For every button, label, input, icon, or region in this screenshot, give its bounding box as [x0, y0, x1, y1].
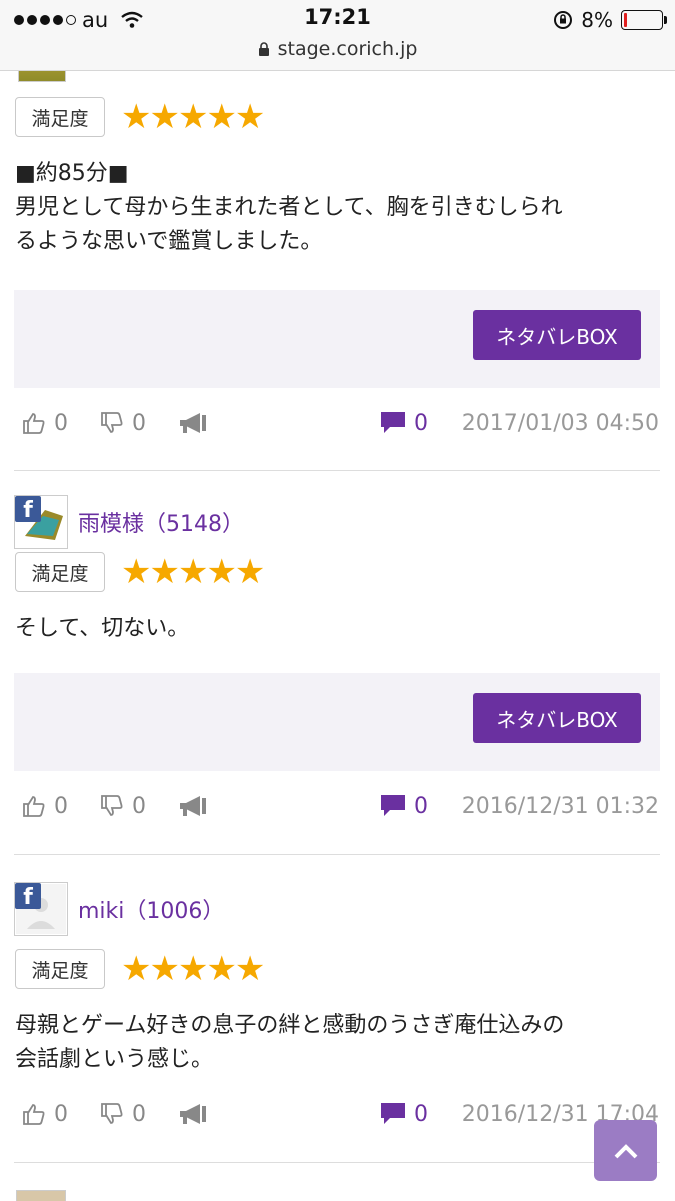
like-button[interactable]: 0: [22, 403, 68, 443]
rating-label: 満足度: [15, 97, 105, 137]
rating-row: 満足度 ★★★★★: [15, 949, 265, 989]
divider: [14, 854, 660, 855]
orientation-lock-icon: [554, 11, 573, 29]
speech-bubble-icon: [381, 412, 405, 433]
dislike-count: 0: [132, 793, 146, 819]
thumbs-up-icon: [23, 413, 45, 434]
reviewer-name[interactable]: 雨模様（5148）: [78, 506, 244, 538]
divider: [14, 1162, 660, 1163]
like-button[interactable]: 0: [22, 1094, 68, 1134]
battery-icon: [621, 10, 667, 30]
share-button[interactable]: [178, 403, 208, 443]
dislike-count: 0: [132, 1101, 146, 1127]
thumbs-down-icon: [101, 795, 123, 816]
dislike-count: 0: [132, 410, 146, 436]
thumbs-up-icon: [23, 1104, 45, 1125]
dislike-button[interactable]: 0: [100, 1094, 146, 1134]
facebook-icon: f: [15, 496, 41, 522]
dislike-button[interactable]: 0: [100, 403, 146, 443]
reviewer-name[interactable]: miki（1006）: [78, 893, 224, 925]
share-button[interactable]: [178, 786, 208, 826]
url-bar[interactable]: stage.corich.jp: [0, 38, 675, 60]
review-text: 母親とゲーム好きの息子の絆と感動のうさぎ庵仕込みの 会話劇という感じ。: [15, 1009, 655, 1077]
divider: [14, 470, 660, 471]
status-right: 8%: [553, 6, 667, 34]
reviewer-row: f miki（1006）: [14, 882, 224, 936]
review-text: ■約85分■ 男児として母から生まれた者として、胸を引きむしられ るような思いで…: [15, 157, 655, 259]
action-row: 0 0 0 2016/12/31 17:04: [0, 1094, 675, 1134]
spoiler-box: ネタバレBOX: [14, 290, 660, 388]
review-line: 会話劇という感じ。: [15, 1047, 214, 1072]
review-date: 2016/12/31 01:32: [461, 793, 659, 819]
speech-bubble-icon: [381, 1103, 405, 1124]
comment-button[interactable]: 0: [380, 403, 428, 443]
comment-count: 0: [414, 1101, 428, 1127]
status-bar: au 17:21 8% stage.corich.jp: [0, 0, 675, 71]
megaphone-icon: [180, 413, 206, 433]
lock-icon: [258, 41, 269, 56]
star-rating: ★★★★★: [121, 552, 265, 592]
spoiler-box: ネタバレBOX: [14, 673, 660, 771]
url-text: stage.corich.jp: [277, 38, 418, 60]
star-rating: ★★★★★: [121, 949, 265, 989]
like-count: 0: [54, 410, 68, 436]
rating-row: 満足度 ★★★★★: [15, 552, 265, 592]
action-row: 0 0 0 2016/12/31 01:32: [0, 786, 675, 826]
rating-label: 満足度: [15, 552, 105, 592]
review-text: そして、切ない。: [15, 612, 655, 646]
comment-count: 0: [414, 410, 428, 436]
battery-percent: 8%: [581, 8, 613, 32]
star-rating: ★★★★★: [121, 97, 265, 137]
avatar[interactable]: f: [14, 495, 68, 549]
thumbs-down-icon: [101, 412, 123, 433]
review-line: そして、切ない。: [15, 616, 190, 641]
rating-row: 満足度 ★★★★★: [15, 97, 265, 137]
megaphone-icon: [180, 796, 206, 816]
review-line: るような思いで鑑賞しました。: [15, 229, 323, 254]
review-line: 母親とゲーム好きの息子の絆と感動のうさぎ庵仕込みの: [15, 1013, 565, 1038]
spoiler-button[interactable]: ネタバレBOX: [473, 310, 641, 360]
thumbs-up-icon: [23, 796, 45, 817]
scroll-to-top-button[interactable]: [594, 1120, 657, 1181]
dislike-button[interactable]: 0: [100, 786, 146, 826]
like-button[interactable]: 0: [22, 786, 68, 826]
comment-button[interactable]: 0: [380, 786, 428, 826]
spoiler-button[interactable]: ネタバレBOX: [473, 693, 641, 743]
reviewer-row: f 雨模様（5148）: [14, 495, 244, 549]
chevron-up-icon: [614, 1143, 637, 1158]
review-date: 2017/01/03 04:50: [461, 410, 659, 436]
like-count: 0: [54, 793, 68, 819]
comment-count: 0: [414, 793, 428, 819]
avatar[interactable]: f: [14, 882, 68, 936]
facebook-icon: f: [15, 883, 41, 909]
speech-bubble-icon: [381, 795, 405, 816]
thumbs-down-icon: [101, 1103, 123, 1124]
share-button[interactable]: [178, 1094, 208, 1134]
action-row: 0 0 0 2017/01/03 04:50: [0, 403, 675, 443]
review-line: 男児として母から生まれた者として、胸を引きむしられ: [15, 195, 563, 220]
avatar[interactable]: [16, 1190, 66, 1201]
comment-button[interactable]: 0: [380, 1094, 428, 1134]
review-line: ■約85分■: [15, 161, 129, 186]
megaphone-icon: [180, 1104, 206, 1124]
rating-label: 満足度: [15, 949, 105, 989]
like-count: 0: [54, 1101, 68, 1127]
